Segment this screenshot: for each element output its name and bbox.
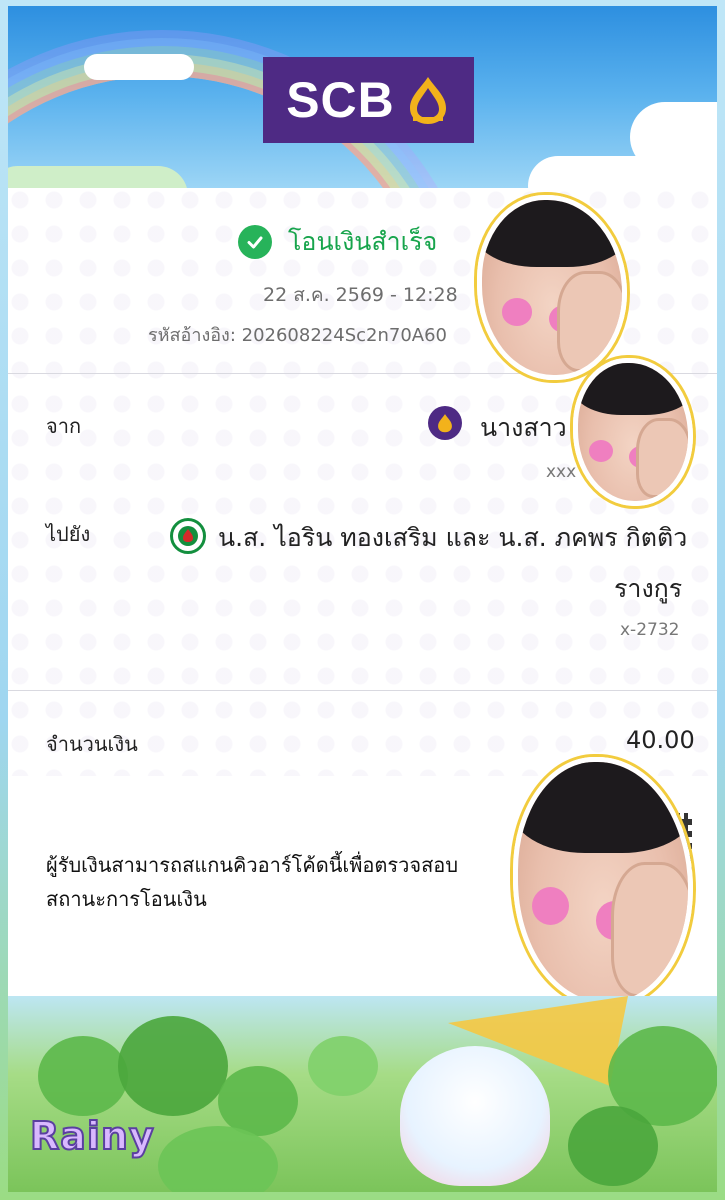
clover-decoration [568,1106,658,1186]
transfer-status: โอนเงินสำเร็จ [238,222,437,262]
rainy-logo: Rainy [29,1113,155,1159]
recipient-name-line1: น.ส. ไอริน ทองเสริม และ น.ส. ภคพร กิตติว [218,523,688,552]
kbank-bank-icon [170,518,206,554]
recipient-name-line2: รางกูร [614,574,683,603]
to-label: ไปยัง [46,522,91,546]
clover-decoration [38,1036,128,1116]
scb-logo: SCB [263,57,474,143]
from-label: จาก [46,414,82,438]
sender-account: xxx [546,462,577,482]
status-text: โอนเงินสำเร็จ [288,227,438,256]
check-circle-icon [238,225,272,259]
clover-decoration [118,1016,228,1116]
scb-lotus-icon [409,77,446,124]
clover-decoration [218,1066,298,1136]
clover-footer-scene: Rainy [8,996,717,1192]
clover-decoration [308,1036,378,1096]
reference-value: 202608224Sc2n70A60 [241,325,447,346]
scb-bank-icon [428,406,462,440]
face-sticker [573,358,693,506]
reference-line: รหัสอ้างอิง: 202608224Sc2n70A60 [148,320,447,349]
reference-label: รหัสอ้างอิง: [148,325,236,346]
sender-name: นางสาว [480,413,567,442]
transfer-datetime: 22 ส.ค. 2569 - 12:28 [263,284,458,306]
slip-frame: SCB โอนเงินสำเร็จ 22 ส.ค. 2569 - 12:28 ร… [0,0,725,1200]
recipient-account: x-2732 [620,620,680,640]
amount-label: จำนวนเงิน [46,732,138,756]
qr-note: ผู้รับเงินสามารถสแกนคิวอาร์โค้ดนี้เพื่อต… [46,853,459,911]
divider [8,690,717,691]
amount-value: 40.00 [626,726,695,754]
cloud-decoration [84,54,194,80]
face-sticker [477,195,627,380]
logo-text: SCB [286,72,395,128]
rainy-mascot [400,1046,550,1186]
face-sticker [513,757,693,1007]
